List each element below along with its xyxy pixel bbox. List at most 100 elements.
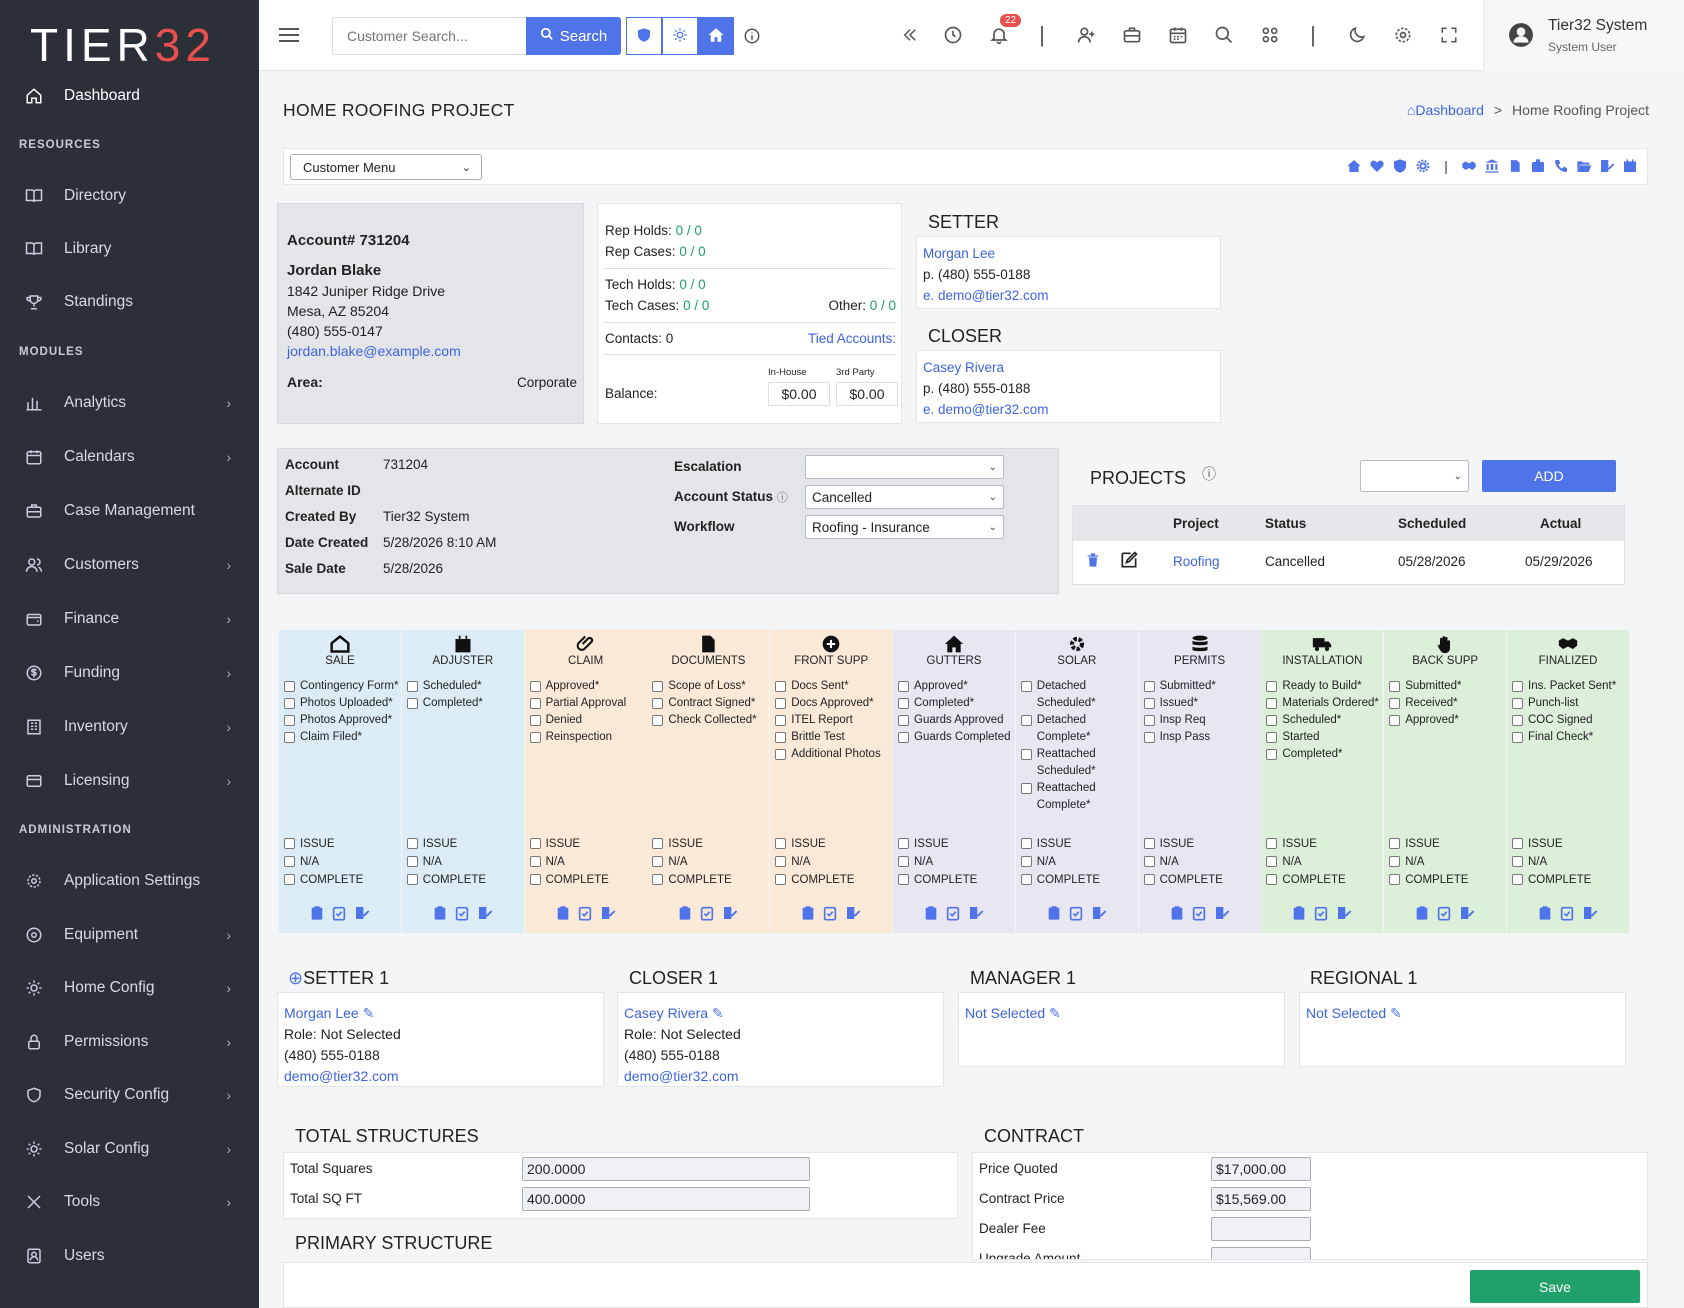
stage-checkbox[interactable]: Contingency Form*: [284, 678, 399, 695]
info-icon[interactable]: ⓘ: [777, 492, 788, 504]
bank-icon[interactable]: [1483, 157, 1501, 175]
checkbox[interactable]: [529, 715, 541, 726]
sidebar-item-tools[interactable]: Tools ›: [0, 1180, 259, 1224]
checkbox[interactable]: [1143, 874, 1155, 885]
stage-status-checkbox[interactable]: N/A: [284, 853, 399, 871]
stage-checkbox[interactable]: Insp Pass: [1143, 729, 1259, 746]
checkbox[interactable]: [775, 715, 787, 726]
stage-status-checkbox[interactable]: N/A: [1389, 853, 1504, 871]
stage-checkbox[interactable]: Punch-list: [1512, 695, 1627, 712]
sidebar-item-application-settings[interactable]: Application Settings: [0, 859, 259, 903]
setter-1-name-link[interactable]: Morgan Lee: [284, 1005, 359, 1021]
save-button[interactable]: Save: [1470, 1270, 1640, 1303]
manager-1-name-link[interactable]: Not Selected: [965, 1005, 1045, 1021]
checkbox[interactable]: [1389, 856, 1401, 867]
stage-status-checkbox[interactable]: ISSUE: [529, 835, 645, 853]
stage-checkbox[interactable]: Claim Filed*: [284, 729, 399, 746]
checkbox[interactable]: [898, 874, 909, 885]
file-edit-icon[interactable]: [844, 905, 862, 924]
medkit-icon[interactable]: [1529, 157, 1547, 175]
checkbox[interactable]: [1143, 681, 1155, 692]
checkbox[interactable]: [406, 698, 418, 709]
phone-icon[interactable]: [1552, 157, 1570, 175]
stage-status-checkbox[interactable]: ISSUE: [1143, 835, 1259, 853]
moon-icon[interactable]: [1344, 22, 1370, 48]
stage-checkbox[interactable]: Completed*: [1266, 746, 1381, 763]
sidebar-item-finance[interactable]: Finance ›: [0, 597, 259, 641]
stage-status-checkbox[interactable]: COMPLETE: [898, 871, 1013, 889]
checkbox[interactable]: [652, 698, 664, 709]
checkbox[interactable]: [1020, 681, 1032, 692]
stage-checkbox[interactable]: Approved*: [529, 678, 645, 695]
edit-file-icon[interactable]: [1598, 157, 1616, 175]
pencil-icon[interactable]: ✎: [1049, 1005, 1061, 1021]
checkbox[interactable]: [1389, 698, 1401, 709]
sidebar-item-solar-config[interactable]: Solar Config ›: [0, 1127, 259, 1171]
clipboard-check-icon[interactable]: [1436, 905, 1452, 924]
checkbox[interactable]: [1512, 715, 1523, 726]
checkbox[interactable]: [652, 681, 664, 692]
closer-name-link[interactable]: Casey Rivera: [923, 357, 1214, 378]
setter-name-link[interactable]: Morgan Lee: [923, 243, 1214, 264]
workflow-select[interactable]: Roofing - Insurance ⌄: [805, 515, 1004, 539]
stage-status-checkbox[interactable]: ISSUE: [1512, 835, 1627, 853]
stage-status-checkbox[interactable]: ISSUE: [898, 835, 1013, 853]
gear-icon[interactable]: [1414, 157, 1432, 175]
checkbox[interactable]: [1143, 838, 1155, 849]
stage-status-checkbox[interactable]: N/A: [529, 853, 645, 871]
checkbox[interactable]: [406, 838, 418, 849]
clipboard-check-icon[interactable]: [1191, 905, 1207, 924]
briefcase-icon[interactable]: [1119, 22, 1145, 48]
customer-email-link[interactable]: jordan.blake@example.com: [287, 343, 461, 359]
checkbox[interactable]: [1143, 732, 1155, 743]
shield-toggle[interactable]: [626, 17, 662, 55]
stage-checkbox[interactable]: Photos Approved*: [284, 712, 399, 729]
search-icon[interactable]: [1211, 22, 1237, 48]
clipboard-check-icon[interactable]: [1559, 905, 1575, 924]
sidebar-item-library[interactable]: Library: [0, 227, 259, 271]
sidebar-item-standings[interactable]: Standings: [0, 280, 259, 324]
stage-status-checkbox[interactable]: ISSUE: [1389, 835, 1504, 853]
checkbox[interactable]: [898, 838, 909, 849]
plus-circle-icon[interactable]: ⊕: [288, 968, 303, 988]
checkbox[interactable]: [898, 732, 909, 743]
stage-status-checkbox[interactable]: COMPLETE: [1389, 871, 1504, 889]
apps-icon[interactable]: [1257, 22, 1283, 48]
stage-checkbox[interactable]: Scheduled*: [406, 678, 522, 695]
sidebar-item-equipment[interactable]: Equipment ›: [0, 913, 259, 957]
checkbox[interactable]: [1389, 681, 1401, 692]
fullscreen-icon[interactable]: [1436, 22, 1462, 48]
search-input[interactable]: [332, 17, 526, 55]
stage-status-checkbox[interactable]: COMPLETE: [775, 871, 890, 889]
checkbox[interactable]: [775, 838, 787, 849]
checkbox[interactable]: [898, 698, 909, 709]
search-button[interactable]: Search: [526, 17, 621, 55]
checkbox[interactable]: [1266, 715, 1278, 726]
stage-status-checkbox[interactable]: COMPLETE: [529, 871, 645, 889]
checkbox[interactable]: [529, 838, 541, 849]
stage-checkbox[interactable]: Insp Req: [1143, 712, 1259, 729]
sidebar-item-licensing[interactable]: Licensing ›: [0, 759, 259, 803]
stage-status-checkbox[interactable]: N/A: [898, 853, 1013, 871]
stage-status-checkbox[interactable]: ISSUE: [406, 835, 522, 853]
stage-checkbox[interactable]: Ready to Build*: [1266, 678, 1381, 695]
user-plus-icon[interactable]: [1073, 22, 1099, 48]
checkbox[interactable]: [775, 698, 787, 709]
clipboard-icon[interactable]: [1046, 905, 1062, 924]
escalation-select[interactable]: ⌄: [805, 455, 1004, 479]
heart-pulse-icon[interactable]: [1368, 157, 1386, 175]
user-menu[interactable]: Tier32 System System User: [1483, 0, 1684, 71]
stage-status-checkbox[interactable]: COMPLETE: [1266, 871, 1381, 889]
stage-checkbox[interactable]: Scheduled*: [1266, 712, 1381, 729]
stage-status-checkbox[interactable]: N/A: [775, 853, 890, 871]
file-edit-icon[interactable]: [1335, 905, 1353, 924]
sidebar-item-permissions[interactable]: Permissions ›: [0, 1020, 259, 1064]
stage-checkbox[interactable]: Partial Approval: [529, 695, 645, 712]
checkbox[interactable]: [775, 749, 787, 760]
checkbox[interactable]: [1512, 681, 1523, 692]
setter-1-email-link[interactable]: demo@tier32.com: [284, 1066, 597, 1087]
file-edit-icon[interactable]: [967, 905, 985, 924]
checkbox[interactable]: [1020, 856, 1032, 867]
checkbox[interactable]: [898, 856, 909, 867]
stage-checkbox[interactable]: Detached Complete*: [1020, 712, 1136, 746]
